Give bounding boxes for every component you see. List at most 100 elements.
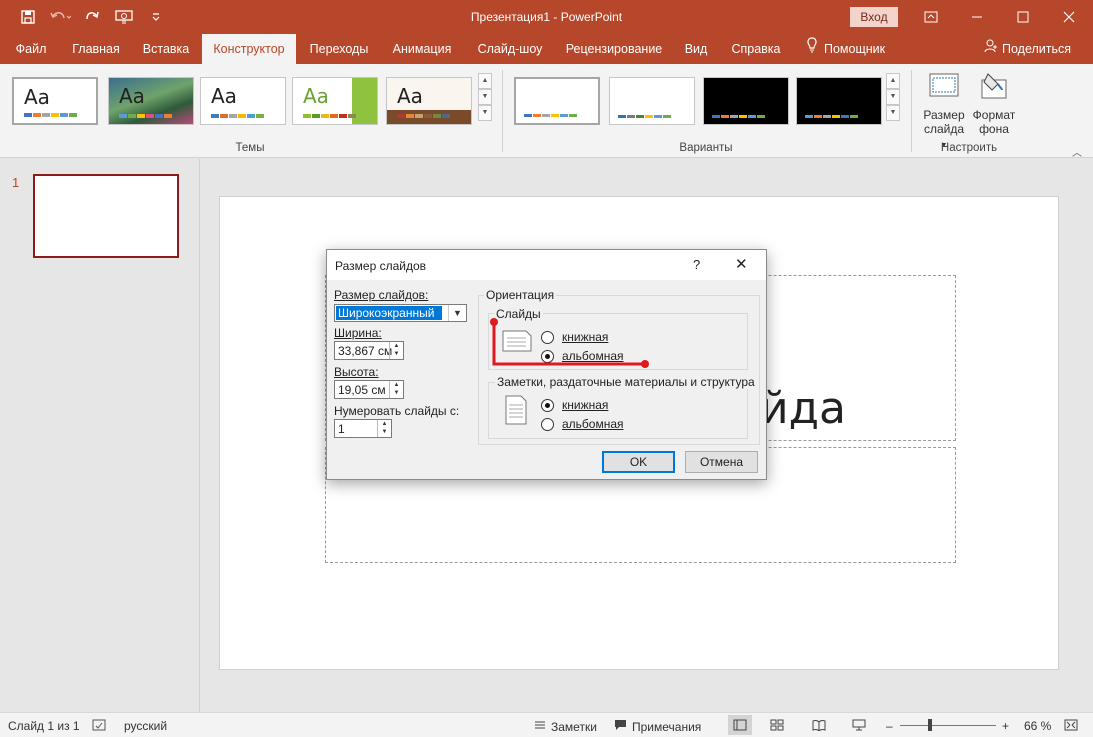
- theme-office[interactable]: Aa: [12, 77, 98, 125]
- scroll-up-icon[interactable]: ▲: [478, 73, 492, 89]
- cancel-button[interactable]: Отмена: [685, 451, 758, 473]
- variants-gallery-scroll[interactable]: ▲ ▼ ▼: [886, 73, 900, 121]
- variant-1[interactable]: [514, 77, 600, 125]
- dialog-close-button[interactable]: ✕: [735, 255, 748, 273]
- ok-button[interactable]: OK: [602, 451, 675, 473]
- slide-size-dialog: Размер слайдов ? ✕ Размер слайдов: Широк…: [326, 249, 767, 480]
- theme-sample-text: Aa: [211, 84, 237, 108]
- maximize-icon[interactable]: [1000, 0, 1046, 34]
- zoom-out-icon[interactable]: –: [886, 719, 893, 733]
- theme-facet[interactable]: Aa: [292, 77, 378, 125]
- theme-picture[interactable]: Aa: [108, 77, 194, 125]
- slide-sorter-icon[interactable]: [770, 719, 784, 731]
- close-window-icon[interactable]: [1046, 0, 1092, 34]
- help-button[interactable]: ?: [693, 257, 700, 272]
- format-background-button[interactable]: Формат фона: [970, 70, 1018, 136]
- notes-portrait-radio[interactable]: книжная: [541, 398, 608, 412]
- slide-size-label-1: Размер: [923, 108, 965, 122]
- width-spinner[interactable]: 33,867 см ▲ ▼: [334, 341, 404, 360]
- theme-organic[interactable]: Aa: [386, 77, 472, 125]
- status-bar: Слайд 1 из 1 русский Заметки Примечания …: [0, 712, 1093, 737]
- tab-file[interactable]: Файл: [6, 34, 56, 64]
- variant-4[interactable]: [796, 77, 882, 125]
- tab-slide-show[interactable]: Слайд-шоу: [468, 34, 552, 64]
- theme-sample-text: Aa: [24, 85, 50, 109]
- height-value: 19,05 см: [338, 383, 386, 397]
- format-background-icon: [978, 70, 1010, 104]
- scroll-down-icon[interactable]: ▼: [478, 89, 492, 105]
- chevron-down-icon[interactable]: ▼: [448, 305, 466, 321]
- tell-me-label: Помощник: [824, 42, 886, 56]
- height-label: Высота:: [334, 365, 379, 379]
- scroll-up-icon[interactable]: ▲: [886, 73, 900, 89]
- tab-insert[interactable]: Вставка: [134, 34, 198, 64]
- sign-in-button[interactable]: Вход: [850, 7, 898, 27]
- tab-review[interactable]: Рецензирование: [560, 34, 668, 64]
- notes-button[interactable]: Заметки: [534, 719, 597, 734]
- dialog-title-bar: Размер слайдов ? ✕: [327, 250, 766, 280]
- slideshow-view-icon[interactable]: [852, 719, 866, 731]
- variant-2[interactable]: [609, 77, 695, 125]
- radio-circle[interactable]: [541, 417, 554, 431]
- portrait-label: книжная: [562, 398, 609, 412]
- tab-help[interactable]: Справка: [724, 34, 788, 64]
- slide-thumbnail[interactable]: [33, 174, 179, 258]
- customize-group-label: Настроить: [940, 142, 998, 154]
- spin-down-icon[interactable]: ▼: [378, 428, 391, 436]
- spin-up-icon[interactable]: ▲: [378, 420, 391, 428]
- number-slides-from-value: 1: [338, 422, 345, 436]
- spin-up-icon[interactable]: ▲: [390, 342, 403, 350]
- radio-circle-checked[interactable]: [541, 398, 554, 412]
- spellcheck-icon[interactable]: [92, 719, 108, 733]
- variant-3[interactable]: [703, 77, 789, 125]
- more-icon[interactable]: ▼: [886, 105, 900, 121]
- slide-size-icon: [928, 70, 960, 104]
- slide-thumbnails-pane: 1: [0, 159, 200, 712]
- tab-transitions[interactable]: Переходы: [302, 34, 376, 64]
- spin-down-icon[interactable]: ▼: [390, 350, 403, 358]
- collapse-ribbon-icon[interactable]: ︿: [1072, 144, 1082, 159]
- tab-view[interactable]: Вид: [678, 34, 714, 64]
- ribbon-design: Aa Aa Aa Aa Aa ▲ ▼ ▼ Темы ▲ ▼ ▼ Варианты: [0, 64, 1093, 159]
- notes-group-label: Заметки, раздаточные материалы и структу…: [495, 375, 757, 389]
- tell-me-box[interactable]: Помощник: [806, 34, 885, 64]
- notes-landscape-radio[interactable]: альбомная: [541, 417, 624, 431]
- minimize-icon[interactable]: [954, 0, 1000, 34]
- language[interactable]: русский: [124, 719, 167, 733]
- tab-design[interactable]: Конструктор: [202, 34, 296, 64]
- tab-home[interactable]: Главная: [64, 34, 128, 64]
- zoom-level[interactable]: 66 %: [1024, 719, 1051, 733]
- portrait-page-icon: [505, 395, 527, 428]
- theme-sample-text: Aa: [119, 84, 145, 108]
- slide-number: 1: [12, 175, 20, 190]
- comments-button[interactable]: Примечания: [614, 719, 701, 734]
- height-spinner[interactable]: 19,05 см ▲ ▼: [334, 380, 404, 399]
- slide-size-select[interactable]: Широкоэкранный ▼: [334, 304, 467, 322]
- share-button[interactable]: Поделиться: [984, 34, 1071, 64]
- orientation-label: Ориентация: [484, 288, 557, 302]
- width-label: Ширина:: [334, 326, 382, 340]
- reading-view-icon[interactable]: [812, 719, 826, 731]
- zoom-slider[interactable]: [900, 725, 996, 726]
- normal-view-icon[interactable]: [728, 715, 752, 735]
- format-background-label-1: Формат: [972, 108, 1016, 122]
- zoom-in-icon[interactable]: +: [1002, 719, 1009, 733]
- theme-ion[interactable]: Aa: [200, 77, 286, 125]
- ribbon-display-options-icon[interactable]: [908, 0, 954, 34]
- comment-icon: [614, 719, 627, 734]
- scroll-down-icon[interactable]: ▼: [886, 89, 900, 105]
- spin-down-icon[interactable]: ▼: [390, 389, 403, 397]
- tab-animations[interactable]: Анимация: [384, 34, 460, 64]
- width-value: 33,867 см: [338, 344, 393, 358]
- fit-to-window-icon[interactable]: [1064, 719, 1078, 731]
- theme-sample-text: Aa: [397, 84, 423, 108]
- person-icon: [984, 34, 998, 64]
- themes-gallery-scroll[interactable]: ▲ ▼ ▼: [478, 73, 492, 121]
- group-separator: [502, 70, 503, 152]
- number-slides-from-spinner[interactable]: 1 ▲ ▼: [334, 419, 392, 438]
- slide-size-label: Размер слайдов:: [334, 288, 429, 302]
- slide-size-button[interactable]: Размер слайда ▼: [920, 70, 968, 153]
- more-icon[interactable]: ▼: [478, 105, 492, 121]
- spin-up-icon[interactable]: ▲: [390, 381, 403, 389]
- zoom-slider-thumb[interactable]: [928, 719, 932, 731]
